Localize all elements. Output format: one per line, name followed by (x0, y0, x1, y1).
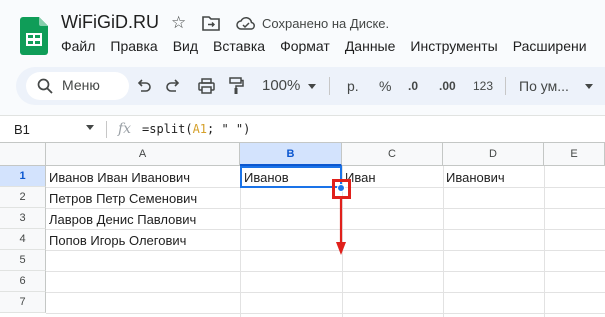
save-status: Сохранено на Диске. (262, 16, 390, 31)
selected-cell-outline (240, 166, 342, 188)
font-select[interactable]: По ум... (519, 67, 569, 105)
formula-cell-reference: A1 (192, 122, 208, 136)
sheet-grid: A B C D E 1 2 3 4 5 6 7 Иванов Иван Иван… (0, 142, 605, 317)
drag-down-arrow-icon (336, 197, 346, 255)
chevron-down-icon[interactable] (308, 84, 316, 89)
gridline (443, 166, 444, 317)
menu-file[interactable]: Файл (61, 38, 95, 54)
cell-a4[interactable]: Попов Игорь Олегович (46, 230, 240, 251)
formula-bar: B1 fx =split(A1; " ") (0, 115, 605, 142)
column-header-a[interactable]: A (46, 143, 240, 166)
menu-edit[interactable]: Правка (110, 38, 157, 54)
menu-view[interactable]: Вид (173, 38, 198, 54)
print-icon[interactable] (198, 78, 215, 94)
column-header-e[interactable]: E (544, 143, 605, 166)
column-header-d[interactable]: D (443, 143, 544, 166)
toolbar-divider (329, 77, 330, 95)
row-header-5[interactable]: 5 (0, 250, 46, 271)
decrease-decimal-button[interactable]: .0 (408, 67, 418, 105)
paint-format-icon[interactable] (229, 77, 244, 95)
redo-icon[interactable] (166, 79, 181, 93)
cell-a1[interactable]: Иванов Иван Иванович (46, 167, 240, 188)
gridline (46, 292, 605, 293)
zoom-select[interactable]: 100% (262, 67, 300, 105)
toolbar-divider (505, 77, 506, 95)
cell-c1[interactable]: Иван (342, 167, 443, 188)
increase-decimal-button[interactable]: .00 (439, 67, 456, 105)
undo-icon[interactable] (136, 79, 151, 93)
row-header-4[interactable]: 4 (0, 229, 46, 250)
menu-tools[interactable]: Инструменты (410, 38, 497, 54)
gridline (46, 313, 605, 314)
formula-suffix: ; " ") (207, 122, 251, 136)
row-header-2[interactable]: 2 (0, 187, 46, 208)
menu-search-button[interactable]: Меню (26, 72, 129, 100)
number-format-button[interactable]: 123 (473, 67, 493, 105)
move-folder-icon[interactable] (202, 15, 220, 31)
cloud-saved-icon[interactable] (236, 15, 256, 31)
menu-format[interactable]: Формат (280, 38, 330, 54)
row-header-1[interactable]: 1 (0, 166, 46, 187)
star-icon[interactable]: ☆ (171, 13, 186, 33)
percent-format-button[interactable]: % (379, 67, 391, 105)
formula-input[interactable]: =split(A1; " ") (142, 122, 250, 136)
menu-insert[interactable]: Вставка (213, 38, 265, 54)
menu-data[interactable]: Данные (345, 38, 396, 54)
sheets-logo-icon[interactable] (20, 17, 48, 55)
cell-a3[interactable]: Лавров Денис Павлович (46, 209, 240, 230)
gridline (46, 271, 605, 272)
chevron-down-icon[interactable] (86, 125, 94, 130)
spreadsheet-app: WiFiGiD.RU ☆ Сохранено на Диске. Файл Пр… (0, 0, 605, 317)
toolbar: Меню 100% р. % .0 .00 123 По ум... (16, 67, 605, 105)
name-box[interactable]: B1 (14, 122, 30, 137)
row-header-7[interactable]: 7 (0, 292, 46, 313)
select-all-corner[interactable] (0, 143, 46, 166)
row-header-6[interactable]: 6 (0, 271, 46, 292)
row-header-3[interactable]: 3 (0, 208, 46, 229)
search-icon (37, 78, 53, 94)
cell-d1[interactable]: Иванович (443, 167, 544, 188)
formula-prefix: =split( (142, 122, 193, 136)
menu-search-label: Меню (62, 77, 100, 93)
column-header-c[interactable]: C (342, 143, 443, 166)
fill-handle[interactable] (337, 184, 345, 192)
menubar: Файл Правка Вид Вставка Формат Данные Ин… (61, 38, 602, 54)
currency-format-button[interactable]: р. (347, 67, 359, 105)
function-icon: fx (118, 121, 132, 137)
column-header-b[interactable]: B (240, 143, 342, 166)
chevron-down-icon[interactable] (585, 84, 593, 89)
gridline (240, 166, 241, 317)
document-title[interactable]: WiFiGiD.RU (61, 12, 159, 33)
gridline (544, 166, 545, 317)
menu-extensions[interactable]: Расширени (513, 38, 587, 54)
formula-bar-divider (106, 121, 107, 138)
cell-a2[interactable]: Петров Петр Семенович (46, 188, 240, 209)
